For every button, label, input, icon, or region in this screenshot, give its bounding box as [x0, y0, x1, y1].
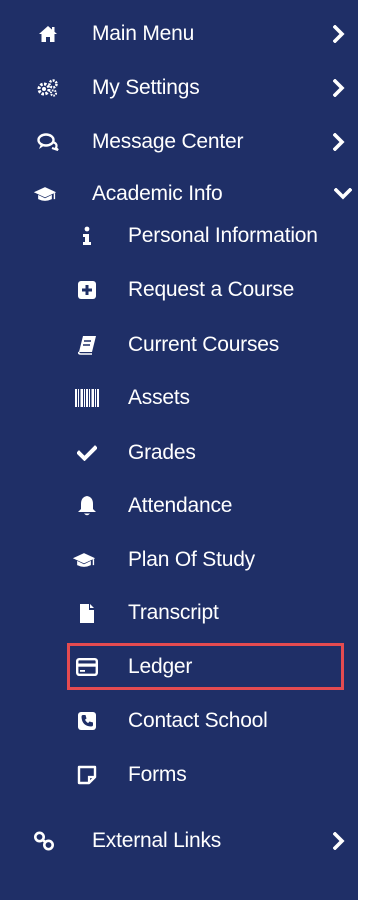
file-icon: [75, 601, 99, 625]
submenu-item-label: Grades: [128, 441, 196, 464]
home-icon: [36, 22, 60, 46]
comments-icon: [36, 130, 60, 154]
submenu-item-label: Contact School: [128, 709, 268, 732]
submenu-item-request-a-course[interactable]: Request a Course: [0, 265, 358, 315]
credit-card-icon: [75, 655, 99, 679]
submenu-item-current-courses[interactable]: Current Courses: [0, 320, 358, 370]
link-icon: [32, 829, 56, 853]
check-icon: [75, 441, 99, 465]
submenu-item-personal-information[interactable]: Personal Information: [0, 211, 358, 261]
graduation-cap-icon: [33, 182, 57, 206]
menu-item-label: External Links: [92, 829, 222, 852]
submenu-item-forms[interactable]: Forms: [0, 750, 358, 800]
submenu-item-assets[interactable]: Assets: [0, 373, 358, 423]
submenu-item-transcript[interactable]: Transcript: [0, 588, 358, 638]
cogs-icon: [36, 76, 60, 100]
plus-square-icon: [75, 278, 99, 302]
menu-item-label: Main Menu: [92, 22, 195, 45]
submenu-item-label: Forms: [128, 763, 187, 786]
menu-item-label: Message Center: [92, 130, 244, 153]
graduation-cap-icon: [72, 548, 96, 572]
menu-item-label: Academic Info: [92, 182, 223, 205]
book-icon: [75, 333, 99, 357]
submenu-item-label: Current Courses: [128, 333, 280, 356]
chevron-right-icon[interactable]: [330, 830, 348, 852]
menu-item-external-links[interactable]: External Links: [0, 816, 358, 866]
submenu-item-label: Attendance: [128, 494, 233, 517]
submenu-item-label: Personal Information: [128, 224, 318, 247]
submenu-item-grades[interactable]: Grades: [0, 428, 358, 478]
menu-item-message-center[interactable]: Message Center: [0, 117, 358, 167]
chevron-right-icon[interactable]: [330, 23, 348, 45]
chevron-down-icon[interactable]: [334, 183, 352, 205]
submenu-item-label: Request a Course: [128, 278, 295, 301]
submenu-item-contact-school[interactable]: Contact School: [0, 696, 358, 746]
submenu-item-label: Transcript: [128, 601, 219, 624]
barcode-icon: [75, 386, 99, 410]
submenu-item-label: Plan Of Study: [128, 548, 255, 571]
phone-square-icon: [75, 709, 99, 733]
menu-item-main-menu[interactable]: Main Menu: [0, 9, 358, 59]
menu-item-label: My Settings: [92, 76, 200, 99]
submenu-item-attendance[interactable]: Attendance: [0, 481, 358, 531]
sticky-note-icon: [75, 763, 99, 787]
sidebar-nav: Main Menu My Settings Message Center Aca…: [0, 0, 358, 900]
submenu-item-plan-of-study[interactable]: Plan Of Study: [0, 535, 358, 585]
submenu-item-label: Ledger: [128, 655, 193, 678]
bell-icon: [75, 494, 99, 518]
menu-item-my-settings[interactable]: My Settings: [0, 63, 358, 113]
info-icon: [75, 224, 99, 248]
submenu-item-label: Assets: [128, 386, 190, 409]
chevron-right-icon[interactable]: [330, 77, 348, 99]
chevron-right-icon[interactable]: [330, 131, 348, 153]
submenu-item-ledger[interactable]: Ledger: [0, 642, 358, 692]
